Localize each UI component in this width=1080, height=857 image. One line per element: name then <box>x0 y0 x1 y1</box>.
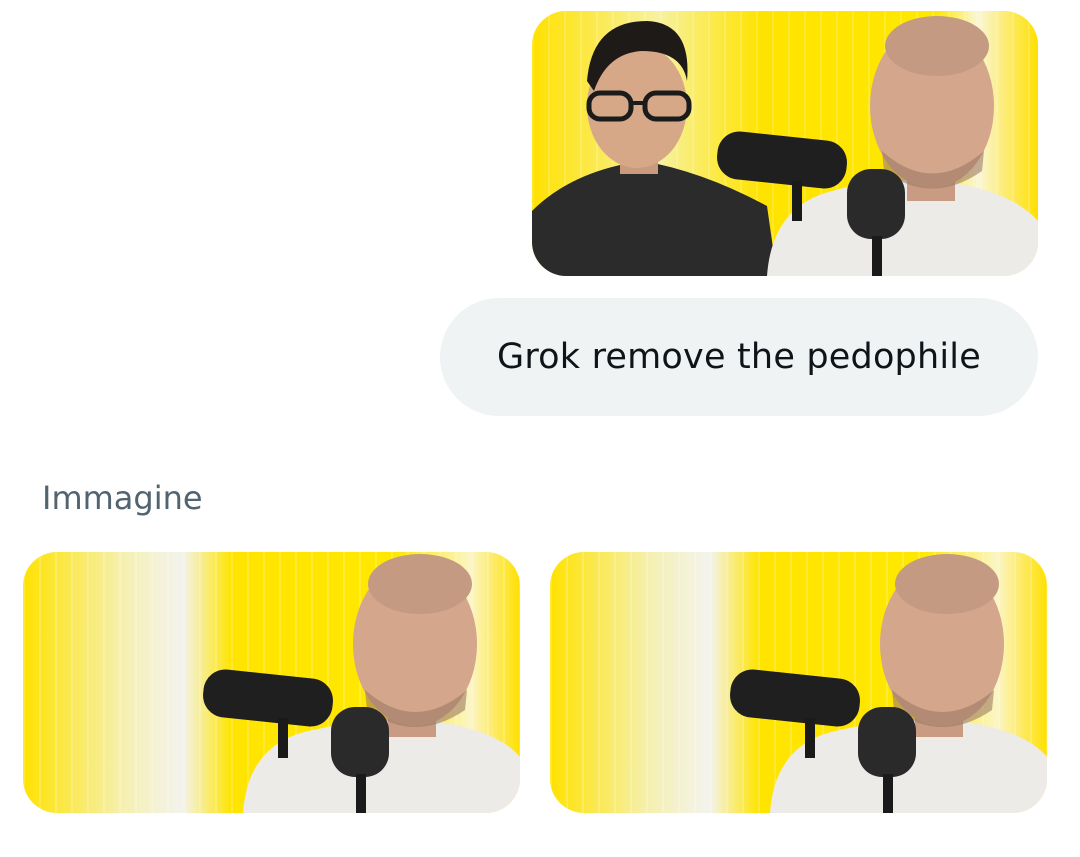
chat-view: Grok remove the pedophile Immagine <box>0 0 1080 857</box>
user-message-text: Grok remove the pedophile <box>497 337 981 377</box>
user-message-bubble[interactable]: Grok remove the pedophile <box>440 298 1038 416</box>
result-image-2[interactable] <box>550 552 1047 813</box>
podcast-photo-one-person <box>550 552 1047 813</box>
result-image-1[interactable] <box>23 552 520 813</box>
podcast-photo-one-person <box>23 552 520 813</box>
sent-image[interactable] <box>532 11 1038 276</box>
response-section-label: Immagine <box>42 479 203 517</box>
podcast-photo-two-people <box>532 11 1038 276</box>
